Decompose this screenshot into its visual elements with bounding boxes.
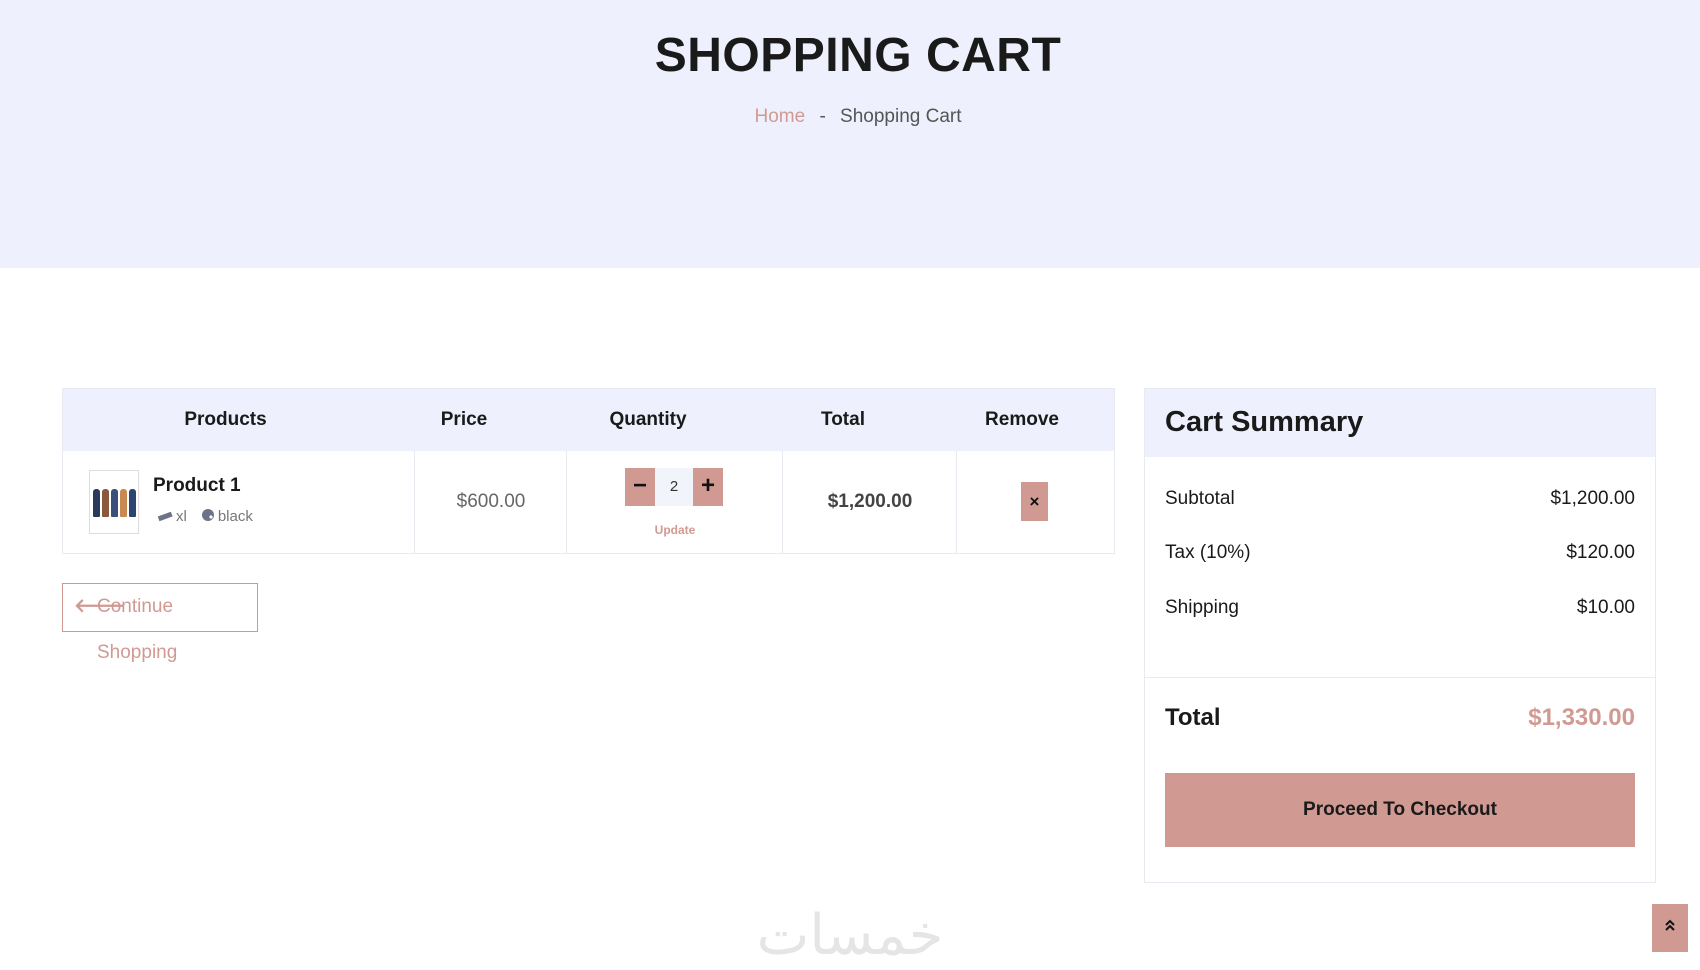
summary-divider <box>1145 677 1655 678</box>
double-chevron-up-icon <box>1664 919 1676 936</box>
column-header-products: Products <box>184 409 267 430</box>
watermark-logo: خمسات <box>756 903 944 966</box>
breadcrumb-separator: - <box>819 106 826 127</box>
product-thumbnail[interactable] <box>89 470 139 534</box>
product-color: black <box>217 508 253 525</box>
row-total: $1,200.00 <box>827 491 913 512</box>
tax-line: Tax (10%) $120.00 <box>1165 542 1635 564</box>
column-header-total: Total <box>821 409 865 430</box>
increment-button[interactable]: + <box>693 468 723 506</box>
grand-total-line: Total $1,330.00 <box>1165 704 1635 732</box>
scroll-to-top-button[interactable] <box>1652 904 1688 952</box>
page-header: SHOPPING CART Home - Shopping Cart <box>0 0 1700 268</box>
breadcrumb-home-link[interactable]: Home <box>754 106 805 127</box>
subtotal-label: Subtotal <box>1165 488 1235 509</box>
thumbnail-figure <box>93 489 100 517</box>
remove-button[interactable]: × <box>1021 482 1048 521</box>
shipping-value: $10.00 <box>1576 597 1635 618</box>
grand-total-value: $1,330.00 <box>1528 704 1635 731</box>
cart-summary-header: Cart Summary <box>1145 389 1655 457</box>
subtotal-value: $1,200.00 <box>1550 488 1635 509</box>
page-title: SHOPPING CART <box>654 29 1062 82</box>
product-attributes: xl black <box>157 508 253 525</box>
shipping-line: Shipping $10.00 <box>1165 597 1635 619</box>
subtotal-line: Subtotal $1,200.00 <box>1165 488 1635 510</box>
continue-shopping-button[interactable]: 🡐 Continue Shopping <box>62 583 258 663</box>
thumbnail-figure <box>102 489 109 517</box>
shipping-label: Shipping <box>1165 597 1239 618</box>
product-size: xl <box>176 508 187 525</box>
cart-table-header: Products Price Quantity Total Remove <box>63 389 1114 451</box>
quantity-input[interactable]: 2 <box>655 468 693 506</box>
breadcrumb: Home - Shopping Cart <box>0 106 1700 128</box>
product-price: $600.00 <box>456 491 526 512</box>
table-row: Product 1 xl black $600.00 − 2 + Update … <box>63 451 1114 553</box>
tax-value: $120.00 <box>1566 542 1635 563</box>
tax-label: Tax (10%) <box>1165 542 1251 563</box>
palette-icon <box>201 508 215 525</box>
cart-summary: Cart Summary Subtotal $1,200.00 Tax (10%… <box>1144 388 1656 883</box>
column-header-quantity: Quantity <box>609 409 687 430</box>
cart-summary-title: Cart Summary <box>1165 406 1364 438</box>
cart-table: Products Price Quantity Total Remove Pro… <box>62 388 1115 554</box>
product-name[interactable]: Product 1 <box>153 475 241 497</box>
thumbnail-figure <box>111 489 118 517</box>
column-header-price: Price <box>440 409 488 430</box>
quantity-stepper: − 2 + <box>625 468 723 506</box>
breadcrumb-current: Shopping Cart <box>840 106 962 127</box>
thumbnail-figure <box>120 489 127 517</box>
column-header-remove: Remove <box>985 409 1059 430</box>
ruler-icon <box>157 509 173 525</box>
decrement-button[interactable]: − <box>625 468 655 506</box>
checkout-button[interactable]: Proceed To Checkout <box>1165 773 1635 847</box>
update-link[interactable]: Update <box>567 523 783 537</box>
thumbnail-figure <box>129 489 136 517</box>
grand-total-label: Total <box>1165 704 1221 731</box>
arrow-left-icon: 🡐 <box>74 596 125 617</box>
